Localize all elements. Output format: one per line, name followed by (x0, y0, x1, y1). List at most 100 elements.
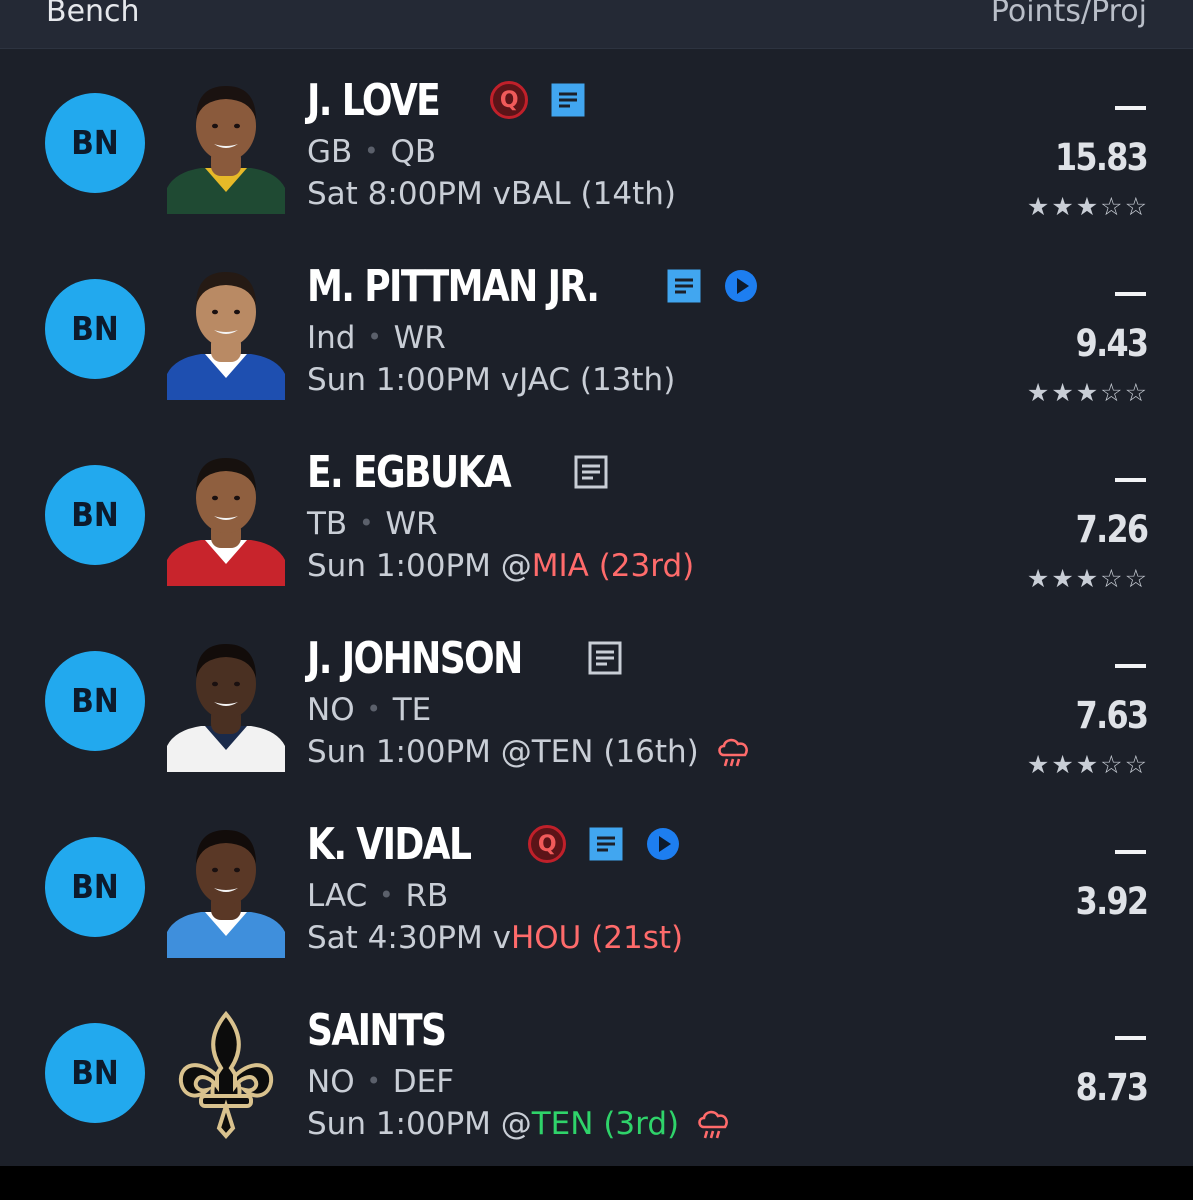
questionable-icon[interactable]: Q (490, 81, 529, 119)
star-filled-icon: ★ (1075, 564, 1101, 593)
star-rating: ★★★☆☆ (1027, 750, 1149, 779)
opponent-rank: HOU (21st) (510, 920, 684, 956)
projected-points: 3.92 (1075, 880, 1148, 923)
rain-weather-icon[interactable] (715, 735, 751, 769)
star-filled-icon: ★ (1026, 564, 1052, 593)
team-position: NO • TE (307, 692, 431, 728)
star-filled-icon: ★ (1051, 378, 1076, 407)
bench-screen: Bench Points/Proj BN J. LOVE Q GB • QB Sat 8:0… (0, 0, 1193, 1166)
player-name[interactable]: SAINTS (307, 1005, 447, 1056)
player-name-line: J. JOHNSON (307, 630, 623, 686)
team-position: NO • DEF (307, 1064, 454, 1100)
player-name-line: SAINTS (307, 1002, 476, 1058)
video-play-icon[interactable] (646, 827, 680, 861)
bench-slot-badge[interactable]: BN (45, 651, 145, 751)
player-name[interactable]: M. PITTMAN JR. (307, 261, 600, 312)
position: RB (405, 878, 449, 914)
game-info: Sun 1:00PM @ MIA (23rd) (307, 548, 694, 584)
player-name-line: E. EGBUKA (307, 444, 609, 500)
news-note-icon[interactable] (573, 455, 609, 489)
player-headshot[interactable] (167, 820, 285, 958)
star-empty-icon: ☆ (1124, 192, 1149, 221)
player-name[interactable]: E. EGBUKA (307, 447, 512, 498)
player-row-love[interactable]: BN J. LOVE Q GB • QB Sat 8:00PM v BAL (14th) 15… (0, 52, 1193, 238)
current-score-dash (1115, 478, 1146, 482)
player-headshot[interactable] (167, 76, 285, 214)
player-row-vidal[interactable]: BN K. VIDAL Q LAC • RB Sat 4:30PM v HOU (21st)… (0, 796, 1193, 982)
bench-slot-badge[interactable]: BN (45, 1023, 145, 1123)
game-time: Sun 1:00PM @ (307, 1106, 532, 1142)
team-logo[interactable] (167, 1006, 285, 1144)
position: DEF (392, 1064, 455, 1100)
points-proj-label[interactable]: Points/Proj (991, 0, 1147, 29)
player-name[interactable]: J. LOVE (307, 75, 441, 126)
team-abbr: Ind (307, 320, 356, 356)
news-note-icon[interactable] (550, 83, 586, 117)
separator-dot: • (364, 137, 379, 165)
game-time: Sun 1:00PM @ (307, 734, 532, 770)
player-headshot[interactable] (167, 448, 285, 586)
news-note-icon[interactable] (666, 269, 702, 303)
news-note-icon[interactable] (587, 641, 623, 675)
opponent-rank: MIA (23rd) (531, 548, 695, 584)
current-score-dash (1115, 664, 1146, 668)
player-row-saints[interactable]: BN SAINTS NO • DEF Sun 1:00PM @ TEN (3rd) 8.73 (0, 982, 1193, 1166)
separator-dot: • (366, 695, 381, 723)
opponent-rank: TEN (3rd) (531, 1106, 680, 1142)
questionable-icon[interactable]: Q (528, 825, 567, 863)
player-row-johnson[interactable]: BN J. JOHNSON NO • TE Sun 1:00PM @ TEN (16th)… (0, 610, 1193, 796)
current-score-dash (1115, 1036, 1146, 1040)
player-row-pittman[interactable]: BN M. PITTMAN JR. Ind • WR Sun 1:00PM v JAC (… (0, 238, 1193, 424)
star-empty-icon: ☆ (1100, 378, 1125, 407)
player-name-line: K. VIDAL Q (307, 816, 680, 872)
game-info: Sun 1:00PM @ TEN (3rd) (307, 1106, 731, 1142)
separator-dot: • (379, 881, 394, 909)
team-position: LAC • RB (307, 878, 448, 914)
team-abbr: NO (307, 692, 355, 728)
player-headshot[interactable] (167, 634, 285, 772)
team-position: GB • QB (307, 134, 436, 170)
bench-slot-badge[interactable]: BN (45, 465, 145, 565)
current-score-dash (1115, 850, 1146, 854)
star-filled-icon: ★ (1026, 192, 1052, 221)
separator-dot: • (367, 323, 382, 351)
game-time: Sat 4:30PM v (307, 920, 511, 956)
star-empty-icon: ☆ (1124, 378, 1149, 407)
opponent-rank: BAL (14th) (510, 176, 676, 212)
position: TE (392, 692, 432, 728)
game-time: Sun 1:00PM v (307, 362, 520, 398)
star-empty-icon: ☆ (1100, 564, 1125, 593)
star-filled-icon: ★ (1075, 192, 1101, 221)
position: WR (393, 320, 446, 356)
star-rating: ★★★☆☆ (1027, 564, 1149, 593)
bench-slot-badge[interactable]: BN (45, 279, 145, 379)
separator-dot: • (359, 509, 374, 537)
player-name-line: J. LOVE Q (307, 72, 586, 128)
star-filled-icon: ★ (1026, 750, 1052, 779)
star-rating: ★★★☆☆ (1027, 192, 1149, 221)
position: QB (390, 134, 437, 170)
game-info: Sat 8:00PM v BAL (14th) (307, 176, 676, 212)
star-empty-icon: ☆ (1100, 750, 1125, 779)
star-empty-icon: ☆ (1124, 750, 1149, 779)
player-name-line: M. PITTMAN JR. (307, 258, 758, 314)
star-empty-icon: ☆ (1124, 564, 1149, 593)
opponent-rank: TEN (16th) (531, 734, 699, 770)
team-position: Ind • WR (307, 320, 446, 356)
team-abbr: GB (307, 134, 353, 170)
team-abbr: LAC (307, 878, 368, 914)
team-abbr: NO (307, 1064, 355, 1100)
video-play-icon[interactable] (724, 269, 758, 303)
player-row-egbuka[interactable]: BN E. EGBUKA TB • WR Sun 1:00PM @ MIA (23rd) 7… (0, 424, 1193, 610)
player-name[interactable]: J. JOHNSON (307, 633, 523, 684)
bench-slot-badge[interactable]: BN (45, 93, 145, 193)
position: WR (385, 506, 438, 542)
bench-slot-badge[interactable]: BN (45, 837, 145, 937)
news-note-icon[interactable] (588, 827, 624, 861)
rain-weather-icon[interactable] (695, 1107, 731, 1141)
player-headshot[interactable] (167, 262, 285, 400)
current-score-dash (1115, 106, 1146, 110)
projected-points: 15.83 (1054, 136, 1149, 179)
star-empty-icon: ☆ (1100, 192, 1125, 221)
player-name[interactable]: K. VIDAL (307, 819, 472, 870)
